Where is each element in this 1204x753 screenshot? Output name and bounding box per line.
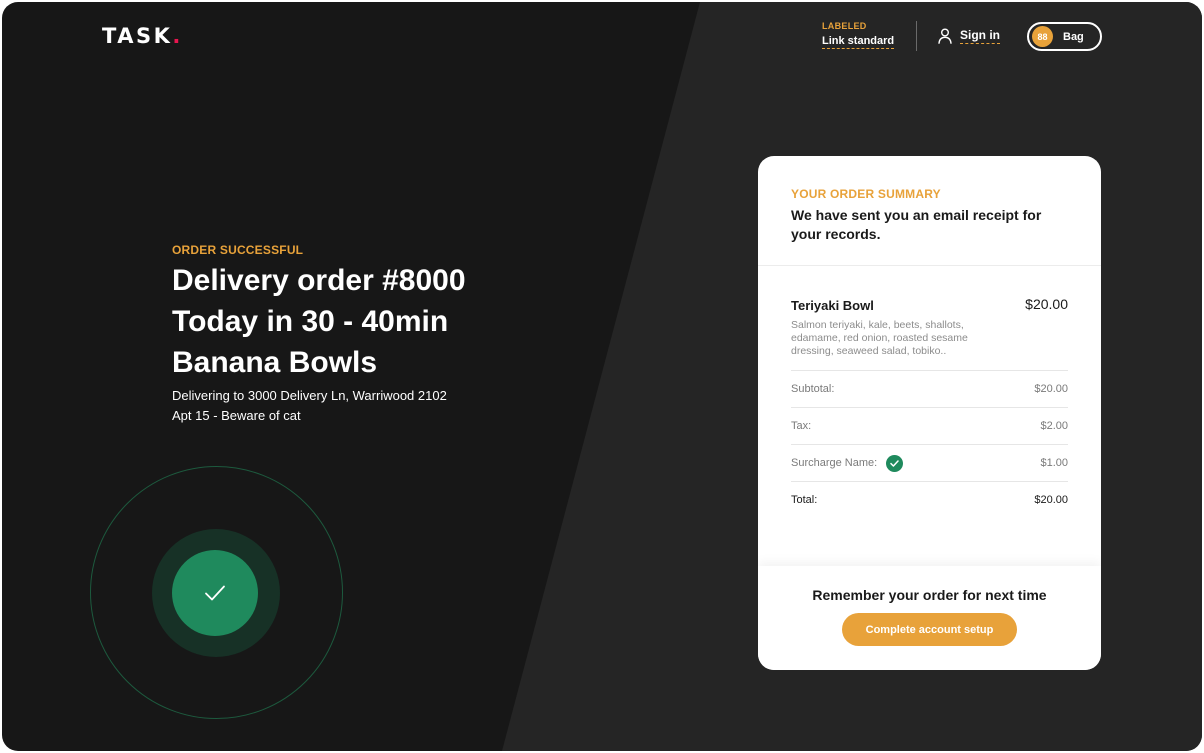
checkmark-icon [205, 585, 225, 601]
order-item: Teriyaki Bowl $20.00 [791, 296, 1068, 313]
check-circle-icon [886, 454, 904, 472]
order-summary-card: YOUR ORDER SUMMARY We have sent you an e… [758, 156, 1101, 670]
bag-label: Bag [1063, 30, 1084, 43]
complete-account-setup-button[interactable]: Complete account setup [842, 613, 1017, 646]
summary-message: We have sent you an email receipt for yo… [791, 207, 1042, 242]
tax-label: Tax: [791, 420, 812, 432]
surcharge-label-group: Surcharge Name: [791, 454, 904, 472]
nav-labeled-link[interactable]: LABELED Link standard [822, 21, 895, 49]
subtotal-label: Subtotal: [791, 383, 835, 395]
item-price: $20.00 [1025, 296, 1068, 312]
nav-labeled-eyebrow: LABELED [822, 21, 867, 31]
user-icon [938, 28, 952, 44]
account-prompt: Remember your order for next time Comple… [758, 566, 1101, 670]
signin-link[interactable]: Sign in [938, 28, 1000, 44]
tax-value: $2.00 [1040, 420, 1068, 432]
headline-line-restaurant: Banana Bowls [172, 346, 378, 379]
subtotal-row: Subtotal: $20.00 [791, 370, 1068, 407]
item-name: Teriyaki Bowl [791, 298, 874, 313]
total-label: Total: [791, 494, 818, 506]
item-description: Salmon teriyaki, kale, beets, shallots, … [791, 319, 968, 357]
headline-line-order-number: Delivery order #8000 [172, 264, 466, 297]
logo-dot: . [172, 24, 181, 48]
headline-line-eta: Today in 30 - 40min [172, 305, 449, 338]
summary-header: YOUR ORDER SUMMARY We have sent you an e… [758, 156, 1101, 266]
account-prompt-text: Remember your order for next time [812, 587, 1047, 603]
address-line-2: Apt 15 - Beware of cat [172, 408, 301, 423]
check-glyph [890, 459, 899, 467]
order-hero: ORDER SUCCESSFUL Delivery order #8000 To… [172, 243, 466, 426]
nav-divider [916, 21, 917, 51]
bag-button[interactable]: 88 Bag [1027, 22, 1102, 51]
total-row: Total: $20.00 [791, 481, 1068, 518]
summary-eyebrow: YOUR ORDER SUMMARY [791, 187, 941, 201]
signin-label: Sign in [960, 28, 1000, 44]
surcharge-label: Surcharge Name: [791, 457, 878, 469]
logo[interactable]: TASK. [102, 24, 180, 48]
summary-body: Teriyaki Bowl $20.00 Salmon teriyaki, ka… [758, 266, 1101, 518]
delivery-address: Delivering to 3000 Delivery Ln, Warriwoo… [172, 386, 466, 426]
logo-text: TASK [102, 24, 173, 48]
address-line-1: Delivering to 3000 Delivery Ln, Warriwoo… [172, 388, 447, 403]
surcharge-row: Surcharge Name: $1.00 [791, 444, 1068, 481]
success-badge [172, 550, 258, 636]
tax-row: Tax: $2.00 [791, 407, 1068, 444]
order-headline: Delivery order #8000 Today in 30 - 40min… [172, 260, 466, 383]
surcharge-value: $1.00 [1040, 457, 1068, 469]
total-value: $20.00 [1034, 494, 1068, 506]
page-frame: TASK. LABELED Link standard Sign in 88 B… [2, 2, 1202, 751]
subtotal-value: $20.00 [1034, 383, 1068, 395]
nav-link-standard[interactable]: Link standard [822, 35, 895, 49]
bag-count-badge: 88 [1032, 26, 1053, 47]
order-status-eyebrow: ORDER SUCCESSFUL [172, 243, 304, 257]
